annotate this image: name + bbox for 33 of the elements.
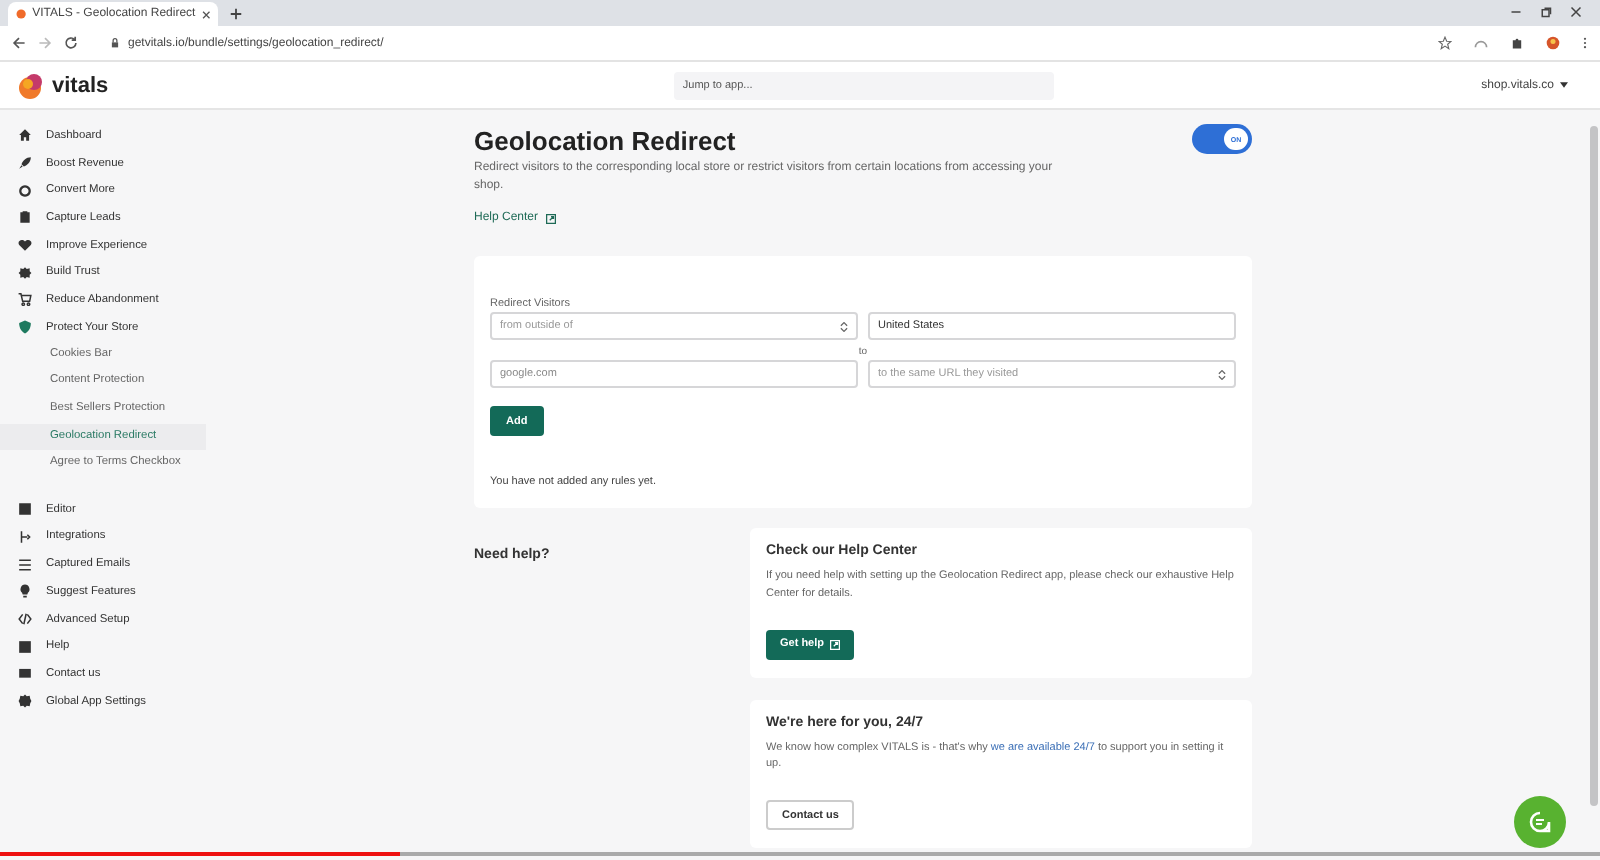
lock-icon (110, 38, 120, 48)
avatar-icon[interactable] (1546, 36, 1560, 50)
updown-icon (840, 321, 848, 331)
shield-icon (18, 320, 32, 335)
chat-button[interactable] (1514, 796, 1566, 848)
menu-icon[interactable] (1582, 36, 1588, 50)
logo-icon (16, 8, 27, 20)
code-icon (18, 612, 32, 627)
restore-icon[interactable] (1540, 6, 1552, 18)
external-link-icon (546, 213, 557, 223)
heart-icon (18, 238, 32, 253)
branch-icon (18, 529, 32, 544)
close-icon[interactable] (201, 9, 210, 19)
home-icon (18, 128, 32, 143)
page-title: Geolocation Redirect (474, 126, 738, 156)
plus-icon[interactable] (230, 8, 242, 20)
list-icon (18, 557, 32, 572)
star-icon[interactable] (1438, 36, 1452, 50)
target-icon (18, 183, 32, 198)
close-icon[interactable] (1570, 6, 1582, 18)
lightbulb-icon (18, 584, 32, 599)
external-link-icon (830, 639, 841, 649)
minimize-icon[interactable] (1510, 6, 1522, 18)
scrollbar[interactable] (1590, 126, 1598, 806)
clipboard-icon (18, 210, 32, 225)
cart-icon (18, 292, 32, 307)
updown-icon (1218, 369, 1226, 379)
back-icon[interactable] (12, 36, 26, 50)
reload-icon[interactable] (64, 36, 78, 50)
caret-icon (1560, 82, 1568, 88)
chat-icon (1528, 810, 1552, 834)
logo-text: vitals (52, 73, 109, 97)
logo-icon (18, 71, 46, 99)
